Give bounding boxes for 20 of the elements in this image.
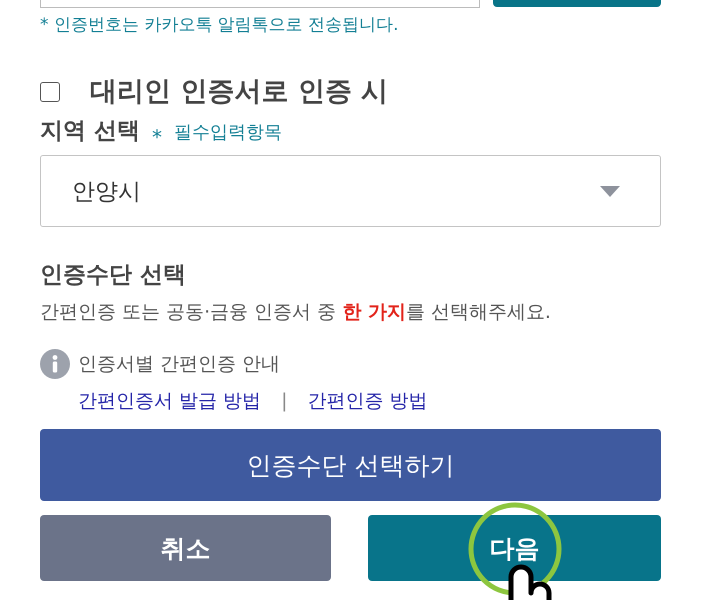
partial-button[interactable] xyxy=(493,0,661,7)
required-mark: * xyxy=(152,127,162,147)
link-separator: | xyxy=(281,389,288,414)
description-text: 간편인증 또는 공동·금융 인증서 중 한 가지를 선택해주세요. xyxy=(40,300,551,325)
section-title: 인증수단 선택 xyxy=(40,261,186,290)
field-label: 지역 선택 xyxy=(40,117,140,146)
hint-text: * 인증번호는 카카오톡 알림톡으로 전송됩니다. xyxy=(40,14,399,37)
caret-icon xyxy=(600,186,620,196)
next-button[interactable]: 다음 xyxy=(368,515,661,581)
guide-link[interactable]: 간편인증 방법 xyxy=(308,388,428,414)
info-icon xyxy=(40,349,70,379)
checkbox[interactable] xyxy=(40,82,60,102)
input-field[interactable] xyxy=(40,0,480,8)
required-note: 필수입력항목 xyxy=(174,121,282,145)
guide-link[interactable]: 간편인증서 발급 방법 xyxy=(78,388,262,414)
region-dropdown[interactable]: 안양시 xyxy=(40,155,661,227)
checkbox-label: 대리인 인증서로 인증 시 xyxy=(90,75,388,109)
cancel-button[interactable]: 취소 xyxy=(40,515,331,581)
info-text: 인증서별 간편인증 안내 xyxy=(78,352,280,377)
select-method-button[interactable]: 인증수단 선택하기 xyxy=(40,429,661,501)
